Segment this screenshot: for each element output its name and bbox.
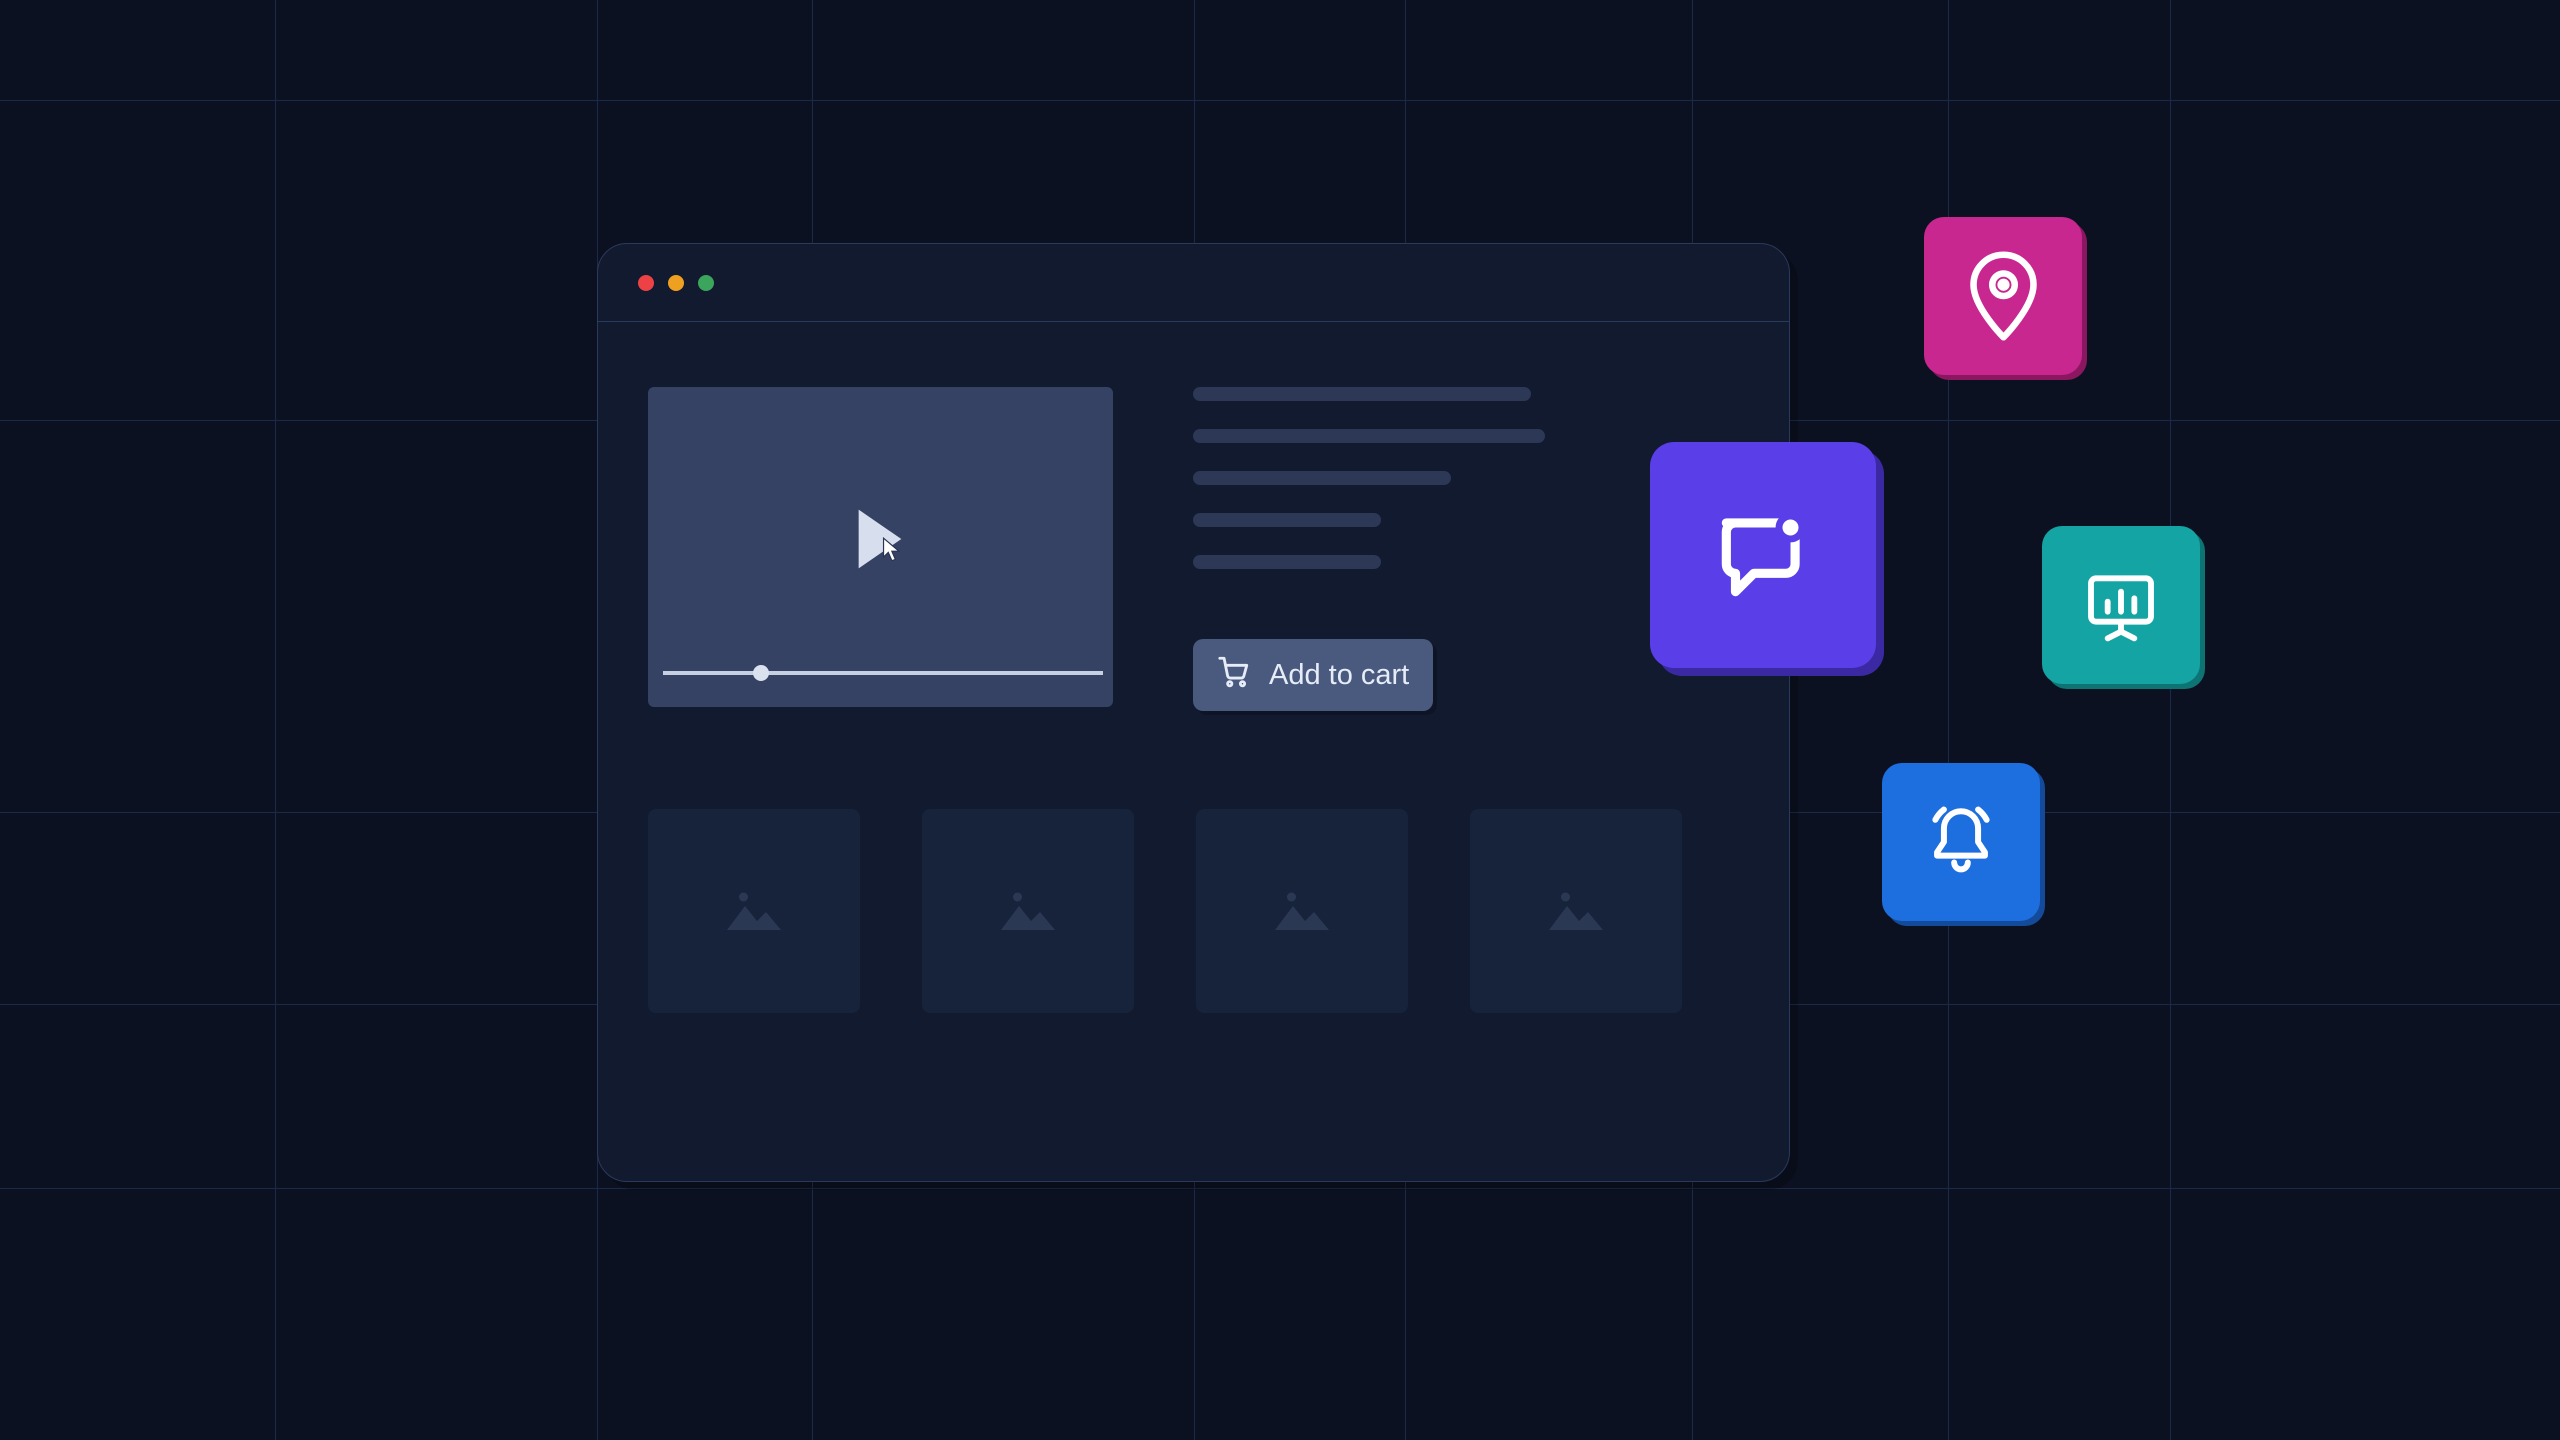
stage: Add to cart [0, 0, 2560, 1440]
video-player[interactable] [648, 387, 1113, 707]
presentation-tile[interactable] [2042, 526, 2200, 684]
gridline [0, 1188, 2560, 1189]
presentation-chart-icon [2081, 565, 2161, 645]
titlebar [598, 244, 1789, 322]
gridline [0, 100, 2560, 101]
image-placeholder-icon [724, 885, 784, 938]
thumbnail-row [648, 809, 1739, 1013]
add-to-cart-button[interactable]: Add to cart [1193, 639, 1433, 711]
window-minimize-dot[interactable] [668, 275, 684, 291]
location-tile[interactable] [1924, 217, 2082, 375]
image-placeholder-icon [998, 885, 1058, 938]
thumbnail[interactable] [1470, 809, 1682, 1013]
gridline [275, 0, 276, 1440]
add-to-cart-label: Add to cart [1269, 659, 1409, 692]
text-placeholder-line [1193, 387, 1531, 401]
location-pin-icon [1966, 251, 2041, 341]
chat-tile[interactable] [1650, 442, 1876, 668]
window-zoom-dot[interactable] [698, 275, 714, 291]
text-placeholder-line [1193, 429, 1545, 443]
app-window: Add to cart [597, 243, 1790, 1182]
notification-bell-icon [1920, 801, 2002, 883]
video-progress-bar[interactable] [663, 671, 1103, 675]
thumbnail[interactable] [648, 809, 860, 1013]
product-top-row: Add to cart [648, 387, 1739, 711]
text-placeholder-line [1193, 471, 1451, 485]
text-placeholder-line [1193, 555, 1381, 569]
image-placeholder-icon [1272, 885, 1332, 938]
image-placeholder-icon [1546, 885, 1606, 938]
chat-bubble-icon [1708, 500, 1818, 610]
cursor-icon [882, 537, 904, 568]
notification-tile[interactable] [1882, 763, 2040, 921]
window-close-dot[interactable] [638, 275, 654, 291]
cart-icon [1217, 654, 1251, 696]
gridline [2170, 0, 2171, 1440]
window-content: Add to cart [598, 322, 1789, 1063]
video-progress-knob[interactable] [753, 665, 769, 681]
gridline [1948, 0, 1949, 1440]
thumbnail[interactable] [1196, 809, 1408, 1013]
text-placeholder-line [1193, 513, 1381, 527]
thumbnail[interactable] [922, 809, 1134, 1013]
